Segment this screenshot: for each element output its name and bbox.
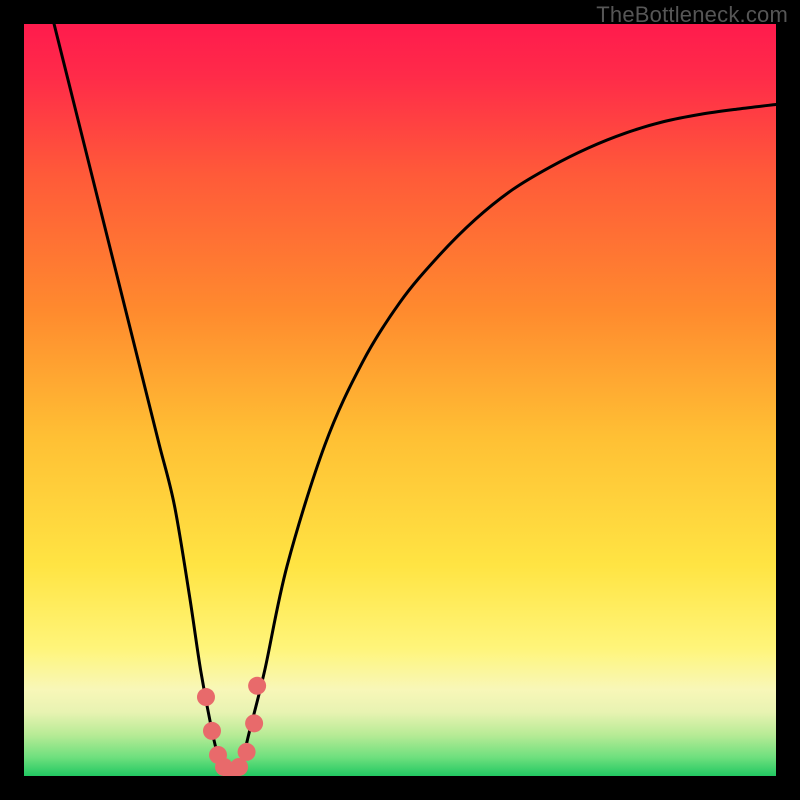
watermark-text: TheBottleneck.com [596,2,788,28]
highlight-marker [248,677,266,695]
bottleneck-chart [24,24,776,776]
highlight-marker [245,714,263,732]
highlight-marker [197,688,215,706]
gradient-background [24,24,776,776]
highlight-marker [238,743,256,761]
chart-frame [24,24,776,776]
highlight-marker [203,722,221,740]
